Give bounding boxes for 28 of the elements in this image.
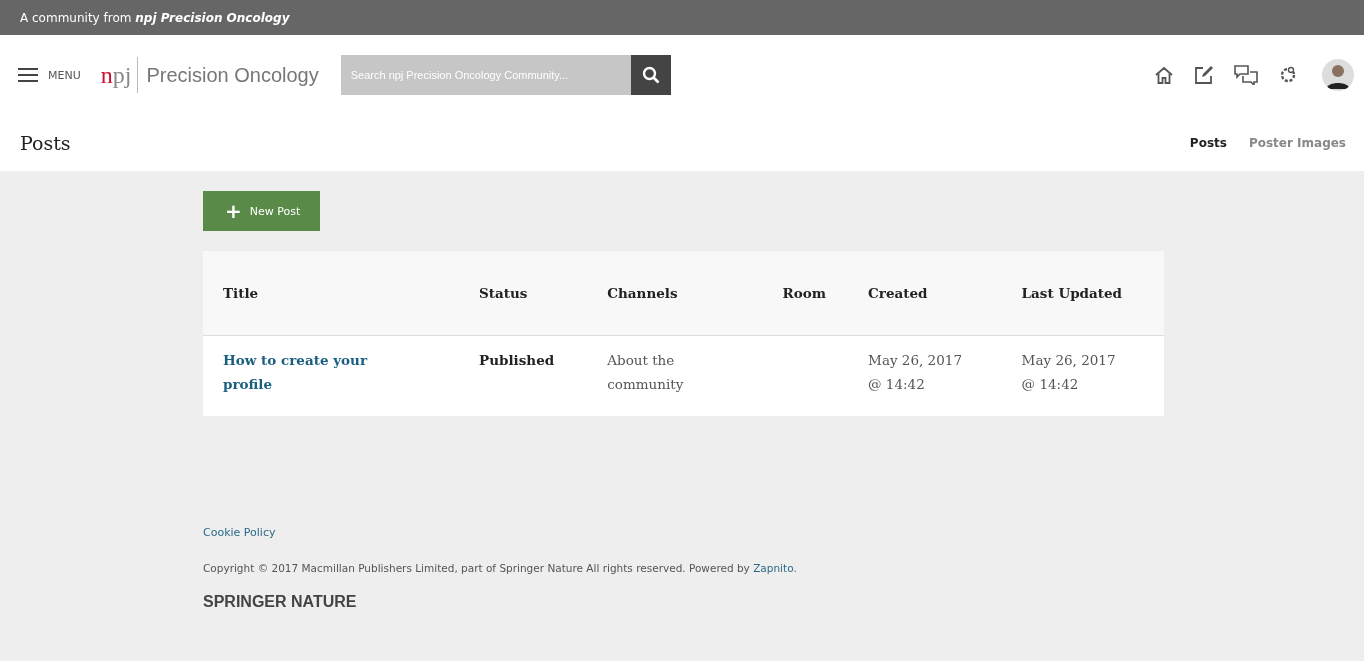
cookie-policy-link[interactable]: Cookie Policy xyxy=(203,526,276,539)
chat-icon[interactable] xyxy=(1234,65,1258,85)
table-cell-text: May 26, 2017 @ 14:42 xyxy=(1021,351,1116,394)
menu-button[interactable]: MENU xyxy=(18,68,81,82)
search-icon xyxy=(641,66,660,84)
column-header: Created xyxy=(848,251,1002,336)
springer-nature-logo: SPRINGER NATURE xyxy=(203,593,357,611)
column-header: Room xyxy=(762,251,849,336)
column-header: Status xyxy=(459,251,588,336)
column-header: Channels xyxy=(587,251,763,336)
column-header: Last Updated xyxy=(1001,251,1164,336)
tab[interactable]: Poster Images xyxy=(1248,136,1346,150)
search-button[interactable] xyxy=(630,55,671,95)
tab[interactable]: Posts xyxy=(1189,136,1227,150)
menu-icon xyxy=(18,68,38,82)
table-cell-text: About the community xyxy=(607,351,685,394)
column-header: Title xyxy=(203,251,460,336)
user-avatar[interactable] xyxy=(1322,59,1354,91)
edit-icon[interactable] xyxy=(1194,65,1214,85)
table-cell-text: May 26, 2017 @ 14:42 xyxy=(868,351,962,394)
new-post-button[interactable]: + New Post xyxy=(203,191,321,231)
post-title-link[interactable]: How to create your profile xyxy=(223,348,393,396)
copyright-text: Copyright © 2017 Macmillan Publishers Limited, part of Springer Nature All rights reserved. Powered by Zapnito. xyxy=(203,562,798,574)
site-logo[interactable]: npj Precision Oncology xyxy=(100,57,319,93)
home-icon[interactable] xyxy=(1154,65,1174,85)
community-note: A community from npj Precision Oncology xyxy=(20,10,290,25)
table-cell: Published xyxy=(479,352,555,368)
page-title: Posts xyxy=(20,132,71,154)
